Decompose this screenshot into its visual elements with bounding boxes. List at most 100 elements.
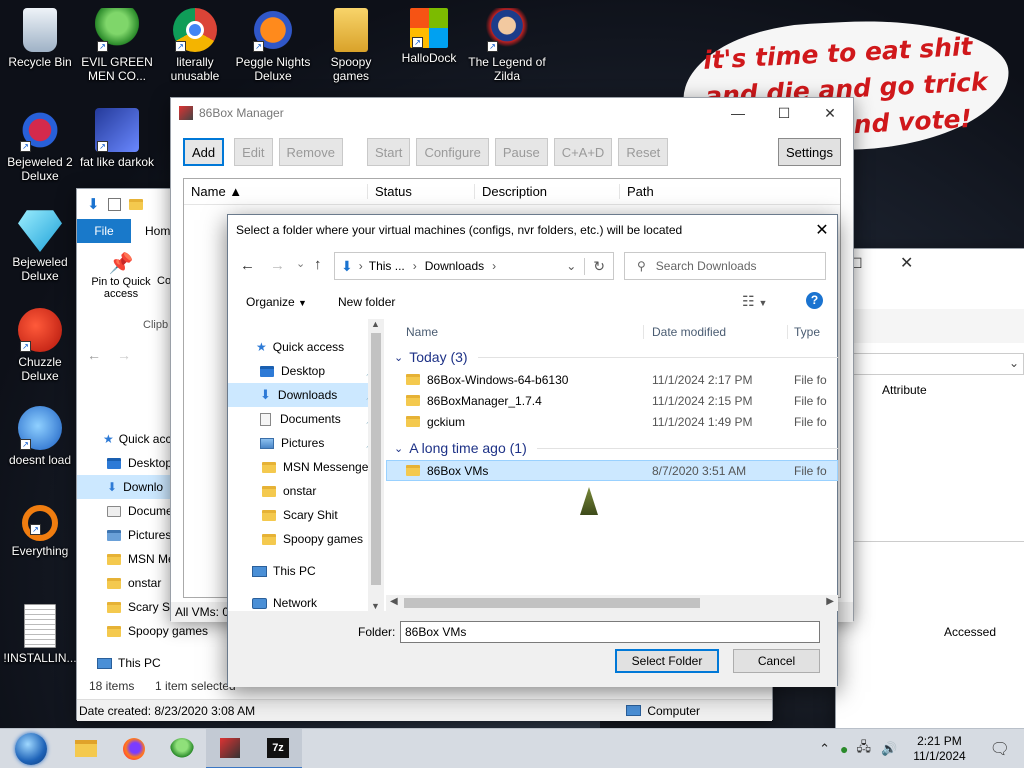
cancel-button[interactable]: Cancel [733,649,820,673]
file-row-selected[interactable]: 86Box VMs 8/7/2020 3:51 AM File fo [386,460,838,481]
group-long-time-ago[interactable]: ⌄ A long time ago (1) [386,436,838,460]
desktop-icon-chuzzle[interactable]: ↗ Chuzzle Deluxe [0,308,80,383]
minimize-icon[interactable]: — [715,98,761,128]
recent-locations-icon[interactable]: ⌄ [296,257,305,270]
desktop-icon-recycle-bin[interactable]: Recycle Bin [0,8,80,69]
organize-button[interactable]: Organize ▼ [246,295,307,309]
help-icon[interactable]: ? [806,292,823,309]
nav-scary-shit[interactable]: Scary Shit [228,503,384,527]
desktop-icon-evil-green-men[interactable]: ↗ EVIL GREEN MEN CO... [77,8,157,83]
back-arrow-icon[interactable]: ← [87,347,101,363]
file-row[interactable]: 86BoxManager_1.7.4 11/1/2024 2:15 PM Fil… [386,390,838,411]
select-folder-dialog[interactable]: Select a folder where your virtual machi… [227,214,838,687]
column-type[interactable]: Type [788,325,820,339]
file-row[interactable]: 86Box-Windows-64-b6130 11/1/2024 2:17 PM… [386,369,838,390]
desktop-icon-doesnt-load[interactable]: ↗ doesnt load [0,406,80,467]
nav-spoopy-games[interactable]: Spoopy games [228,527,384,551]
column-status[interactable]: Status [368,184,475,199]
nav-onstar[interactable]: onstar [228,479,384,503]
nav-downloads[interactable]: ⬇Downloads📌 [228,383,384,407]
column-path[interactable]: Path [620,184,654,199]
explorer-nav-this-pc[interactable]: This PC [77,651,227,675]
close-icon[interactable]: ✕ [900,253,913,273]
select-folder-button[interactable]: Select Folder [615,649,719,673]
scrollbar-thumb[interactable] [404,598,700,608]
close-icon[interactable]: ✕ [807,220,837,240]
desktop-icon-bejeweled-2[interactable]: ↗ Bejeweled 2 Deluxe [0,108,80,183]
scroll-left-icon[interactable]: ◀ [390,596,398,607]
pin-quick-access-button[interactable]: 📌 Pin to Quick access [81,251,161,300]
ribbon-tab-file[interactable]: File [77,219,131,243]
volume-icon[interactable]: 🔊 [875,741,903,757]
chevron-down-icon[interactable]: ⌄ [1009,356,1019,370]
network-icon[interactable]: 🖧 [853,738,876,760]
file-list-hscrollbar[interactable]: ◀ ▶ [386,595,838,611]
maximize-icon[interactable]: ☐ [761,98,807,128]
taskbar-firefox[interactable] [110,729,158,768]
nav-this-pc[interactable]: This PC [228,559,384,583]
tray-chevron-up-icon[interactable]: ⌃ [813,741,836,757]
taskbar-7zip[interactable]: 7z [254,728,302,768]
scroll-down-icon[interactable]: ▼ [371,601,380,611]
pause-button[interactable]: Pause [494,138,548,166]
taskbar-86box-manager[interactable] [206,728,254,768]
desktop-icon-legend-of-zilda[interactable]: ↗ The Legend of Zilda [467,8,547,83]
cad-button[interactable]: C+A+D [553,138,613,166]
desktop-icon-spoopy-games[interactable]: Spoopy games [311,8,391,83]
scrollbar-thumb[interactable] [371,333,381,585]
taskbar-msn[interactable] [158,729,206,768]
start-button[interactable]: Start [366,138,411,166]
clock[interactable]: 2:21 PM 11/1/2024 [903,734,976,764]
taskbar-file-explorer[interactable] [62,729,110,768]
notifications-icon[interactable]: 🗨 [976,739,1024,759]
desktop-icon-label: Bejeweled 2 Deluxe [7,155,73,183]
column-description[interactable]: Description [475,184,620,199]
forward-arrow-icon[interactable]: → [117,347,131,363]
close-icon[interactable]: ✕ [807,98,853,128]
desktop-icon-hallodock[interactable]: ↗ HalloDock [389,8,469,65]
add-button[interactable]: Add [183,138,225,166]
settings-button[interactable]: Settings [778,138,841,166]
column-name[interactable]: Name ▲ [184,184,368,199]
nav-documents[interactable]: Documents📌 [228,407,384,431]
address-bar[interactable]: ⬇ › This ... › Downloads › ⌄ ↻ [334,252,614,280]
tray-msn-icon[interactable]: ● [836,741,852,757]
reset-button[interactable]: Reset [618,138,669,166]
properties-window[interactable]: ☐ ✕ ⌄ Attribute Accessed [835,248,1024,729]
nav-msn-messenger[interactable]: MSN Messenger [228,455,384,479]
up-arrow-icon[interactable]: ↑ [314,256,322,273]
desktop-icon-everything[interactable]: ↗ Everything [0,505,80,558]
column-date-modified[interactable]: Date modified [644,325,788,339]
nav-pane-scrollbar[interactable]: ▲ ▼ [368,319,384,611]
breadcrumb-downloads[interactable]: Downloads [425,259,484,273]
nav-desktop[interactable]: Desktop📌 [228,359,384,383]
remove-button[interactable]: Remove [278,138,343,166]
desktop-icon-bejeweled[interactable]: Bejeweled Deluxe [0,208,80,283]
ribbon-tab-home[interactable]: Hom [131,224,170,238]
scroll-up-icon[interactable]: ▲ [371,319,380,329]
breadcrumb-this-pc[interactable]: This ... [369,259,405,273]
desktop-icon-fat-like-darkok[interactable]: ↗ fat like darkok [77,108,157,169]
back-arrow-icon[interactable]: ← [240,257,255,274]
start-button[interactable] [0,729,62,768]
nav-pictures[interactable]: Pictures📌 [228,431,384,455]
explorer-nav-spoopy[interactable]: Spoopy games [77,619,227,643]
scroll-right-icon[interactable]: ▶ [826,596,834,607]
edit-button[interactable]: Edit [234,138,273,166]
desktop-icon-literally-unusable[interactable]: ↗ literally unusable [155,8,235,83]
folder-input[interactable]: 86Box VMs [400,621,820,643]
configure-button[interactable]: Configure [416,138,489,166]
search-input[interactable]: ⚲ Search Downloads [624,252,826,280]
refresh-icon[interactable]: ↻ [584,257,613,275]
nav-network[interactable]: Network [228,591,384,611]
new-folder-button[interactable]: New folder [338,295,395,309]
forward-arrow-icon[interactable]: → [270,257,285,274]
column-name[interactable]: Name [386,325,644,339]
file-row[interactable]: gckium 11/1/2024 1:49 PM File fo [386,411,838,432]
address-dropdown-icon[interactable]: ⌄ [566,259,576,273]
view-options-icon[interactable]: ☷ ▼ [742,293,767,310]
nav-quick-access[interactable]: ★ Quick access [228,335,384,359]
desktop-icon-peggle[interactable]: ↗ Peggle Nights Deluxe [233,8,313,83]
group-today[interactable]: ⌄ Today (3) [386,345,838,369]
desktop-icon-installing[interactable]: !INSTALLIN... [0,604,80,665]
